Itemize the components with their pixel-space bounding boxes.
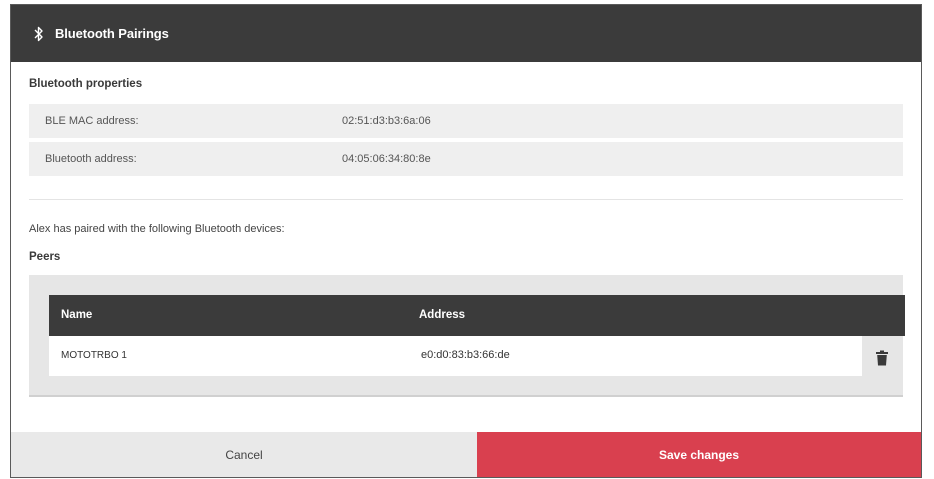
peers-panel: Name Address MOTOTRBO 1 e0:d0:83:b3:66:d… — [29, 275, 905, 397]
ble-mac-label: BLE MAC address: — [45, 115, 139, 127]
trash-icon[interactable] — [875, 350, 889, 366]
bluetooth-address-label: Bluetooth address: — [45, 153, 137, 165]
peers-table-header: Name Address — [49, 295, 905, 336]
dialog-footer: Cancel Save changes — [11, 432, 921, 477]
bluetooth-pairings-dialog: Bluetooth Pairings Bluetooth properties … — [10, 4, 922, 478]
table-row: MOTOTRBO 1 e0:d0:83:b3:66:de — [49, 336, 862, 376]
address-column-header: Address — [419, 309, 466, 321]
bluetooth-address-row: Bluetooth address: 04:05:06:34:80:8e — [29, 142, 903, 176]
section-divider — [29, 199, 903, 200]
save-changes-button[interactable]: Save changes — [477, 432, 921, 477]
cancel-button[interactable]: Cancel — [11, 432, 477, 477]
ble-mac-row: BLE MAC address: 02:51:d3:b3:6a:06 — [29, 104, 903, 138]
bluetooth-properties-title: Bluetooth properties — [29, 78, 143, 90]
bluetooth-address-value: 04:05:06:34:80:8e — [342, 153, 431, 165]
paired-devices-intro: Alex has paired with the following Bluet… — [29, 223, 285, 235]
peer-address: e0:d0:83:b3:66:de — [421, 349, 510, 361]
ble-mac-value: 02:51:d3:b3:6a:06 — [342, 115, 431, 127]
dialog-header: Bluetooth Pairings — [11, 5, 921, 62]
peers-title: Peers — [29, 251, 61, 263]
name-column-header: Name — [61, 309, 93, 321]
peer-name: MOTOTRBO 1 — [61, 350, 127, 361]
bluetooth-icon — [33, 25, 45, 43]
dialog-title: Bluetooth Pairings — [55, 26, 169, 41]
